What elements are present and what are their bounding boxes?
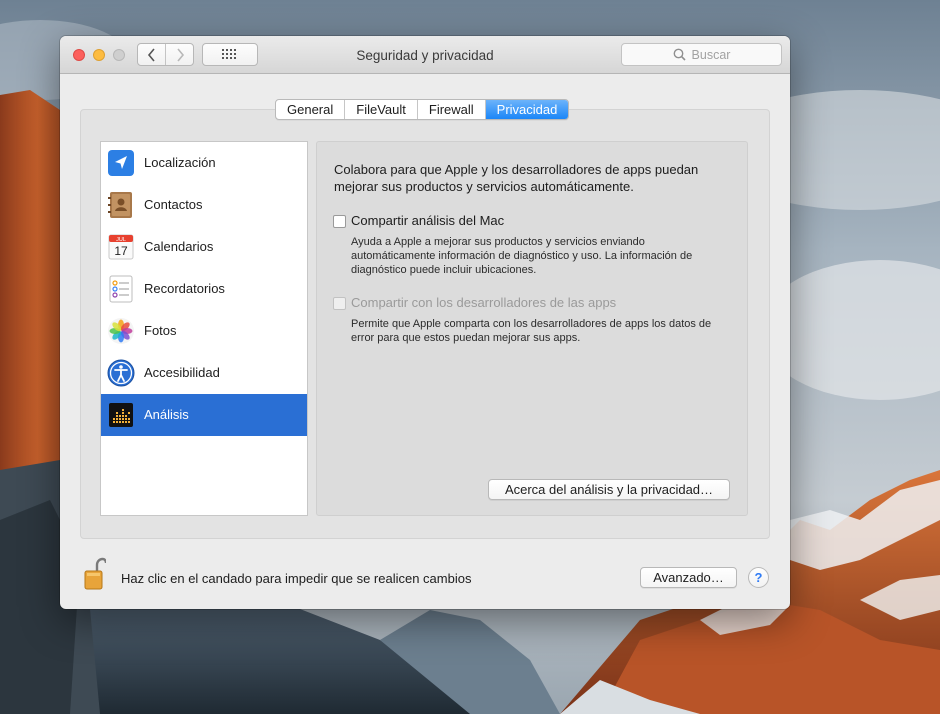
sidebar-item-recordatorios[interactable]: Recordatorios [101, 268, 307, 310]
search-placeholder: Buscar [691, 47, 731, 62]
sidebar-item-calendarios[interactable]: JUL 17 Calendarios [101, 226, 307, 268]
chevron-right-icon [177, 47, 184, 62]
photos-icon [108, 318, 134, 344]
contacts-book-icon [108, 192, 132, 218]
sidebar-item-label: Accesibilidad [144, 365, 220, 380]
sidebar-item-label: Localización [144, 155, 216, 170]
tab-general[interactable]: General [276, 100, 346, 119]
location-arrow-icon [108, 150, 134, 176]
sidebar-item-analisis[interactable]: Análisis [101, 394, 307, 436]
grid-icon [222, 48, 236, 59]
analytics-icon [109, 403, 133, 427]
analytics-detail-pane: Colabora para que Apple y los desarrolla… [316, 141, 748, 516]
sidebar-item-localizacion[interactable]: Localización [101, 142, 307, 184]
window-title: Seguridad y privacidad [356, 48, 494, 63]
forward-button[interactable] [165, 44, 193, 65]
title-bar[interactable]: Seguridad y privacidad Buscar [60, 36, 790, 74]
calendar-day-text: 17 [114, 244, 128, 258]
sidebar-item-label: Fotos [144, 323, 177, 338]
zoom-window-button[interactable] [113, 49, 125, 61]
share-with-developers-checkbox[interactable] [333, 297, 346, 310]
share-with-developers-description: Permite que Apple comparta con los desar… [351, 318, 712, 344]
help-button[interactable]: ? [748, 567, 769, 588]
tab-filevault[interactable]: FileVault [345, 100, 418, 119]
lock-status-text: Haz clic en el candado para impedir que … [121, 571, 472, 586]
sidebar-item-label: Contactos [144, 197, 203, 212]
sidebar-item-label: Recordatorios [144, 281, 225, 296]
share-mac-analytics-label[interactable]: Compartir análisis del Mac [351, 213, 504, 228]
calendar-icon: JUL 17 [108, 234, 134, 260]
search-field[interactable]: Buscar [621, 43, 782, 66]
about-analytics-privacy-button[interactable]: Acerca del análisis y la privacidad… [488, 479, 730, 500]
accessibility-icon [107, 359, 135, 387]
advanced-button[interactable]: Avanzado… [640, 567, 737, 588]
chevron-left-icon [147, 47, 155, 62]
search-icon [673, 48, 686, 61]
sidebar-item-fotos[interactable]: Fotos [101, 310, 307, 352]
sidebar-item-contactos[interactable]: Contactos [101, 184, 307, 226]
navigation-buttons [137, 43, 194, 66]
share-mac-analytics-checkbox[interactable] [333, 215, 346, 228]
tab-bar: General FileVault Firewall Privacidad [275, 99, 570, 120]
reminders-icon [109, 275, 133, 303]
back-button[interactable] [138, 44, 165, 65]
sidebar-item-label: Análisis [144, 407, 189, 422]
unlocked-padlock-icon[interactable] [84, 557, 106, 591]
close-window-button[interactable] [73, 49, 85, 61]
sidebar-item-accesibilidad[interactable]: Accesibilidad [101, 352, 307, 394]
tab-privacidad[interactable]: Privacidad [485, 100, 569, 119]
tab-firewall[interactable]: Firewall [418, 100, 486, 119]
privacy-category-list: Localización Contactos JUL 17 Calendario… [100, 141, 308, 516]
share-mac-analytics-description: Ayuda a Apple a mejorar sus productos y … [351, 236, 693, 276]
preferences-window: Seguridad y privacidad Buscar General Fi… [60, 36, 790, 609]
calendar-month-text: JUL [116, 237, 126, 243]
analytics-intro-text: Colabora para que Apple y los desarrolla… [334, 162, 699, 194]
sidebar-item-label: Calendarios [144, 239, 214, 254]
share-with-developers-label: Compartir con los desarrolladores de las… [351, 295, 617, 310]
show-all-button[interactable] [202, 43, 258, 66]
minimize-window-button[interactable] [93, 49, 105, 61]
